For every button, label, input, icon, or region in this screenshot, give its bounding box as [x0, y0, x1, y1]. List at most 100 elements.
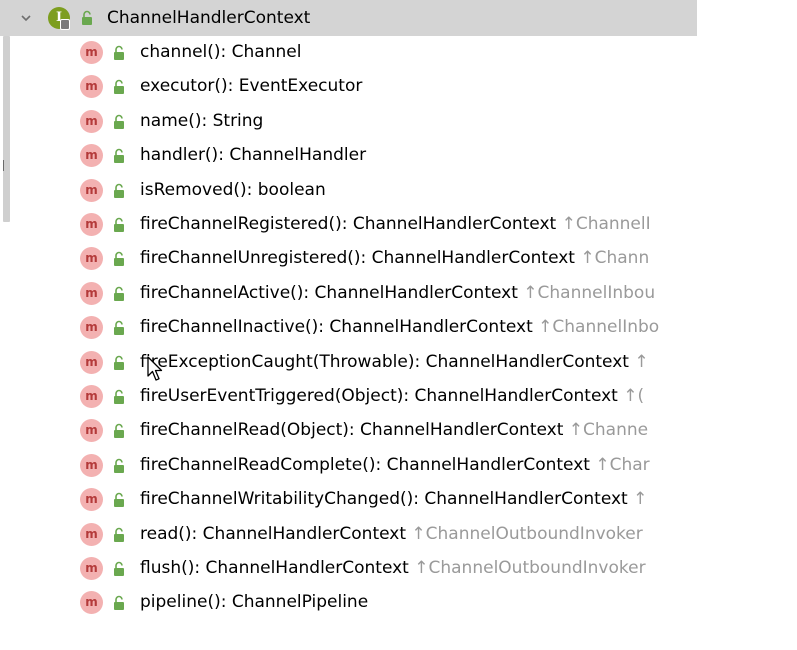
tree-node-method[interactable]: m handler(): ChannelHandler: [0, 139, 697, 173]
public-lock-icon: [112, 458, 126, 474]
inherited-from-label: ↑Channe: [568, 420, 649, 441]
tree-node-method[interactable]: m pipeline(): ChannelPipeline: [0, 586, 697, 620]
method-icon-letter: m: [85, 492, 98, 507]
public-lock-icon: [112, 251, 126, 267]
lock-badge-icon: [60, 19, 70, 30]
public-lock-icon: [112, 320, 126, 336]
public-lock-icon: [112, 561, 126, 577]
tree-node-method[interactable]: m isRemoved(): boolean: [0, 174, 697, 208]
public-lock-icon: [112, 114, 126, 130]
method-icon: m: [80, 419, 103, 443]
method-icon: m: [80, 316, 103, 340]
method-icon: m: [80, 488, 103, 512]
method-icon-letter: m: [85, 113, 98, 128]
method-signature: name(): String: [140, 110, 264, 131]
method-icon-letter: m: [85, 389, 98, 403]
method-icon-letter: m: [85, 526, 98, 541]
method-icon: m: [80, 522, 103, 546]
public-lock-icon: [112, 45, 126, 61]
method-signature: fireChannelRegistered(): ChannelHandlerC…: [140, 214, 557, 234]
tree-node-method[interactable]: m fireChannelUnregistered(): ChannelHandl…: [0, 242, 697, 276]
public-lock-icon: [112, 595, 126, 611]
public-lock-icon: [112, 527, 126, 543]
method-icon: m: [80, 557, 103, 580]
method-icon-letter: m: [85, 45, 98, 59]
method-icon-letter: m: [85, 354, 98, 369]
method-label: name(): String: [140, 109, 263, 133]
tree-node-method[interactable]: m fireExceptionCaught(Throwable): Channel…: [0, 346, 697, 380]
public-lock-icon: [112, 389, 126, 405]
tree-node-method[interactable]: m fireChannelInactive(): ChannelHandlerCo…: [0, 311, 697, 345]
method-label: fireChannelUnregistered(): ChannelHandle…: [140, 246, 649, 270]
tree-node-method[interactable]: m read(): ChannelHandlerContext ↑ChannelO…: [0, 518, 697, 552]
method-icon: m: [80, 453, 103, 477]
method-signature: read(): ChannelHandlerContext: [140, 523, 407, 544]
tree-node-method[interactable]: m fireChannelRead(Object): ChannelHandler…: [0, 414, 697, 448]
method-icon-letter: m: [85, 423, 98, 438]
tree-node-method[interactable]: m fireChannelRegistered(): ChannelHandler…: [0, 208, 697, 242]
method-signature: pipeline(): ChannelPipeline: [140, 592, 369, 613]
public-lock-icon: [112, 492, 126, 508]
public-lock-icon: [112, 148, 126, 164]
method-signature: fireChannelWritabilityChanged(): Channel…: [140, 489, 628, 510]
method-signature: fireChannelReadComplete(): ChannelHandle…: [140, 454, 590, 475]
method-label: fireChannelRegistered(): ChannelHandlerC…: [140, 212, 651, 236]
method-label: fireExceptionCaught(Throwable): ChannelH…: [140, 350, 649, 374]
method-icon: m: [80, 591, 103, 615]
method-label: fireChannelReadComplete(): ChannelHandle…: [140, 453, 650, 477]
public-lock-icon: [112, 423, 126, 439]
inherited-from-label: ↑: [634, 351, 649, 372]
method-signature: fireExceptionCaught(Throwable): ChannelH…: [140, 351, 629, 372]
method-signature: fireChannelRead(Object): ChannelHandlerC…: [140, 420, 564, 441]
method-icon-letter: m: [85, 320, 98, 335]
inherited-from-label: ↑ChannelI: [561, 214, 651, 234]
method-label: pipeline(): ChannelPipeline: [140, 590, 368, 614]
method-icon: m: [80, 213, 103, 236]
method-label: executor(): EventExecutor: [140, 74, 362, 98]
tree-node-method[interactable]: m flush(): ChannelHandlerContext ↑Channel…: [0, 552, 697, 586]
public-lock-icon: [112, 217, 126, 233]
inherited-from-label: ↑Chann: [580, 248, 650, 269]
inherited-from-label: ↑ChannelInbou: [523, 282, 656, 303]
method-icon: m: [80, 247, 103, 271]
tree-node-method[interactable]: m executor(): EventExecutor: [0, 70, 697, 104]
method-label: fireUserEventTriggered(Object): ChannelH…: [140, 384, 644, 408]
chevron-down-icon[interactable]: [20, 12, 32, 24]
method-icon: m: [80, 178, 103, 202]
method-icon-letter: m: [85, 561, 98, 575]
structure-panel: I ChannelHandlerContext m channel(): Chan…: [0, 0, 697, 628]
public-lock-icon: [80, 10, 94, 26]
public-lock-icon: [112, 286, 126, 302]
inherited-from-label: ↑(: [623, 386, 645, 406]
tree-node-method[interactable]: m fireChannelReadComplete(): ChannelHandl…: [0, 449, 697, 483]
method-signature: handler(): ChannelHandler: [140, 145, 367, 166]
method-label: fireChannelActive(): ChannelHandlerConte…: [140, 281, 655, 305]
interface-name: ChannelHandlerContext: [107, 8, 311, 28]
method-label: handler(): ChannelHandler: [140, 143, 366, 167]
tree-node-method[interactable]: m fireUserEventTriggered(Object): Channel…: [0, 380, 697, 414]
tree-node-method[interactable]: m fireChannelWritabilityChanged(): Channe…: [0, 483, 697, 517]
inherited-from-label: ↑ChannelOutboundInvoker: [414, 558, 646, 578]
inherited-from-label: ↑ChannelOutboundInvoker: [411, 523, 643, 544]
method-signature: fireChannelActive(): ChannelHandlerConte…: [140, 282, 518, 303]
method-signature: flush(): ChannelHandlerContext: [140, 558, 409, 578]
method-icon-letter: m: [85, 457, 98, 472]
method-signature: executor(): EventExecutor: [140, 76, 363, 97]
method-icon-letter: m: [85, 79, 98, 94]
tree-node-interface[interactable]: I ChannelHandlerContext: [0, 0, 697, 36]
tree-node-method[interactable]: m channel(): Channel: [0, 36, 697, 70]
inherited-from-label: ↑: [633, 489, 648, 510]
public-lock-icon: [112, 355, 126, 371]
tree-node-method[interactable]: m fireChannelActive(): ChannelHandlerCont…: [0, 277, 697, 311]
method-icon: m: [80, 281, 103, 305]
method-icon-letter: m: [85, 182, 98, 197]
method-label: flush(): ChannelHandlerContext ↑ChannelO…: [140, 556, 646, 580]
method-icon: m: [80, 385, 103, 408]
tree-node-method[interactable]: m name(): String: [0, 105, 697, 139]
method-signature: isRemoved(): boolean: [140, 179, 326, 200]
method-icon: m: [80, 41, 103, 64]
inherited-from-label: ↑ChannelInbo: [538, 317, 660, 338]
method-label: fireChannelInactive(): ChannelHandlerCon…: [140, 315, 659, 339]
method-signature: fireChannelInactive(): ChannelHandlerCon…: [140, 317, 533, 338]
method-signature: fireUserEventTriggered(Object): ChannelH…: [140, 386, 618, 406]
